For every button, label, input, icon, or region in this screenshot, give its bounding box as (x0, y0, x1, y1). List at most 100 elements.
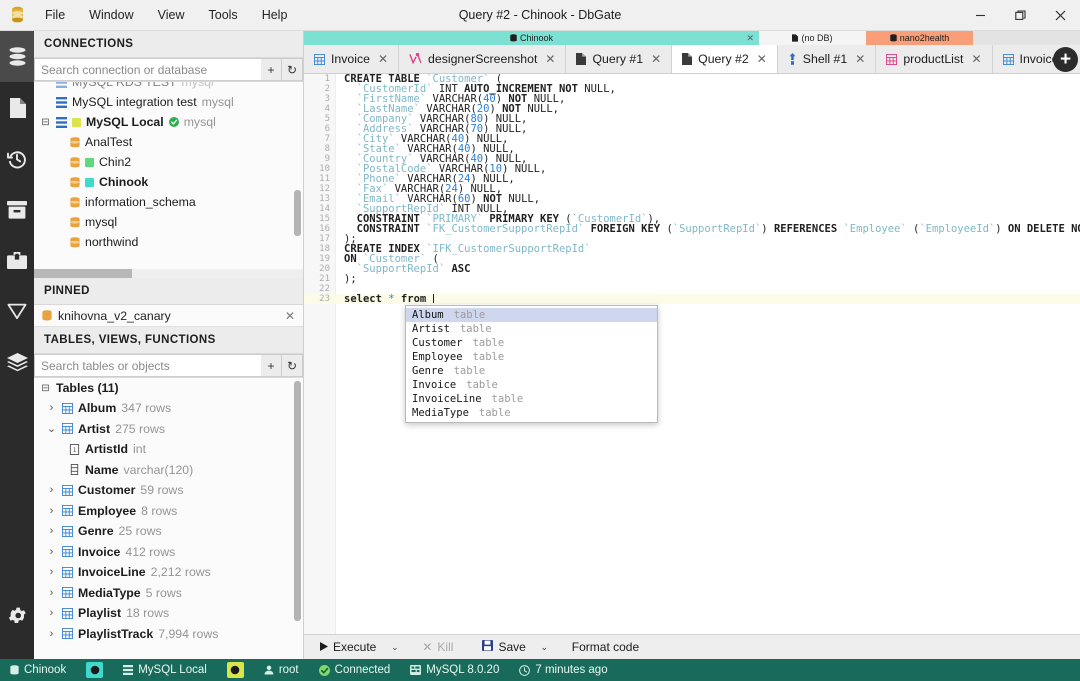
execute-dropdown-button[interactable]: ⌄ (386, 637, 404, 657)
expander-icon[interactable]: ⊟ (40, 117, 51, 128)
connection-tree-item-mysql-rds-test[interactable]: MySQL RDS TEST mysql (34, 82, 303, 92)
autocomplete-item-genre[interactable]: Genre table (406, 364, 657, 378)
tab-close-icon[interactable]: ✕ (378, 52, 388, 66)
sql-editor[interactable]: 1 CREATE TABLE `Customer` (2 `CustomerId`… (304, 74, 1080, 634)
rail-toolbox-icon[interactable] (0, 235, 34, 286)
autocomplete-item-invoice[interactable]: Invoice table (406, 378, 657, 392)
object-tree-item-customer[interactable]: › Customer 59 rows (34, 480, 303, 501)
autocomplete-item-mediatype[interactable]: MediaType table (406, 406, 657, 420)
tab-query-2[interactable]: Query #2 ✕ (672, 45, 778, 73)
object-tree-item-artistid[interactable]: 1 ArtistId int (34, 439, 303, 460)
status-connection-state[interactable]: Connected (309, 659, 401, 681)
tab-close-icon[interactable]: ✕ (855, 52, 865, 66)
connection-tree-item-chinook[interactable]: Chinook (34, 172, 303, 192)
object-tree-item-invoiceline[interactable]: › InvoiceLine 2,212 rows (34, 562, 303, 583)
refresh-connections-button[interactable]: ↻ (282, 58, 303, 81)
object-tree-item-invoice[interactable]: › Invoice 412 rows (34, 542, 303, 563)
connection-tree-item-mysql-local[interactable]: ⊟ MySQL Local mysql (34, 112, 303, 132)
autocomplete-item-album[interactable]: Album table (406, 308, 657, 322)
expander-icon[interactable]: › (46, 607, 57, 619)
add-connection-button[interactable]: + (261, 58, 282, 81)
object-tree-item-playlist[interactable]: › Playlist 18 rows (34, 603, 303, 624)
kill-button[interactable]: ✕ Kill (412, 637, 464, 657)
expander-icon[interactable]: › (46, 546, 57, 558)
menu-help[interactable]: Help (251, 4, 299, 26)
tab-query-1[interactable]: Query #1 ✕ (566, 45, 673, 73)
object-tree-item-mediatype[interactable]: › MediaType 5 rows (34, 583, 303, 604)
objects-vertical-scrollbar[interactable] (294, 381, 301, 621)
connection-tree-item-analtest[interactable]: AnalTest (34, 132, 303, 152)
connections-horizontal-scrollbar-track[interactable] (34, 269, 303, 278)
format-code-button[interactable]: Format code (561, 637, 650, 657)
execute-button[interactable]: Execute (310, 637, 387, 657)
rail-history-icon[interactable] (0, 133, 34, 184)
close-button[interactable] (1040, 0, 1080, 31)
autocomplete-item-invoiceline[interactable]: InvoiceLine table (406, 392, 657, 406)
connection-tree-item-northwind[interactable]: northwind (34, 232, 303, 252)
status-user[interactable]: root (254, 659, 309, 681)
connections-vertical-scrollbar[interactable] (294, 190, 301, 236)
refresh-objects-button[interactable]: ↻ (282, 354, 303, 377)
rail-database-icon[interactable] (0, 31, 34, 82)
object-tree-item-album[interactable]: › Album 347 rows (34, 398, 303, 419)
connections-tree[interactable]: MySQL RDS TEST mysql MySQL integration tes… (34, 82, 303, 278)
rail-archive-icon[interactable] (0, 184, 34, 235)
tab-close-icon[interactable]: ✕ (971, 52, 981, 66)
menu-view[interactable]: View (147, 4, 196, 26)
rail-layers-icon[interactable] (0, 337, 34, 388)
connection-tree-item-chin2[interactable]: Chin2 (34, 152, 303, 172)
status-database[interactable]: Chinook (0, 659, 76, 681)
menu-window[interactable]: Window (78, 4, 144, 26)
status-connection[interactable]: MySQL Local (113, 659, 217, 681)
save-dropdown-button[interactable]: ⌄ (535, 637, 553, 657)
object-tree-item-name[interactable]: Name varchar(120) (34, 460, 303, 481)
expander-icon[interactable]: › (46, 484, 57, 496)
database-tab-empty[interactable] (973, 31, 1080, 45)
expander-icon[interactable]: › (46, 525, 57, 537)
autocomplete-popup[interactable]: Album table Artist table Customer table Employ… (405, 305, 658, 423)
tab-close-icon[interactable]: ✕ (651, 52, 661, 66)
save-button[interactable]: Save (472, 637, 536, 657)
connection-tree-item-mysql[interactable]: mysql (34, 212, 303, 232)
objects-group-tables[interactable]: ⊟ Tables (11) (34, 378, 303, 398)
database-tab-close-icon[interactable]: ✕ (746, 33, 754, 44)
rail-settings-gear-icon[interactable] (0, 590, 34, 641)
add-object-button[interactable]: + (261, 354, 282, 377)
tab-close-icon[interactable]: ✕ (757, 52, 767, 66)
connection-tree-item-information-schema[interactable]: information_schema (34, 192, 303, 212)
tab-close-icon[interactable]: ✕ (545, 52, 555, 66)
object-tree-item-employee[interactable]: › Employee 8 rows (34, 501, 303, 522)
database-tab-chinook[interactable]: Chinook ✕ (304, 31, 759, 45)
database-tab-nano2health[interactable]: nano2health (866, 31, 973, 45)
expander-icon[interactable]: › (46, 628, 57, 640)
expander-icon[interactable]: › (46, 566, 57, 578)
expander-icon[interactable]: › (46, 402, 57, 414)
database-tab--no-db-[interactable]: (no DB) (759, 31, 866, 45)
expander-icon[interactable]: ⊟ (40, 383, 51, 394)
autocomplete-item-customer[interactable]: Customer table (406, 336, 657, 350)
rail-file-icon[interactable] (0, 82, 34, 133)
status-last-refresh[interactable]: 7 minutes ago (509, 659, 617, 681)
status-server-version[interactable]: MySQL 8.0.20 (400, 659, 509, 681)
autocomplete-item-artist[interactable]: Artist table (406, 322, 657, 336)
pinned-item-close-icon[interactable]: ✕ (285, 309, 295, 323)
connections-search-input[interactable] (34, 58, 261, 81)
objects-search-input[interactable] (34, 354, 261, 377)
expander-icon[interactable]: › (46, 505, 57, 517)
object-tree-item-playlisttrack[interactable]: › PlaylistTrack 7,994 rows (34, 624, 303, 645)
object-tree-item-artist[interactable]: ⌄ Artist 275 rows (34, 419, 303, 440)
connection-tree-item-mysql-integration-test[interactable]: MySQL integration test mysql (34, 92, 303, 112)
objects-tree[interactable]: ⊟ Tables (11) › Album 347 rows ⌄ Artist 275 row… (34, 378, 303, 659)
autocomplete-item-employee[interactable]: Employee table (406, 350, 657, 364)
menu-file[interactable]: File (34, 4, 76, 26)
tab-shell-1[interactable]: Shell #1 ✕ (777, 45, 877, 73)
tab-productlist[interactable]: productList ✕ (876, 45, 993, 73)
object-tree-item-genre[interactable]: › Genre 25 rows (34, 521, 303, 542)
rail-funnel-icon[interactable] (0, 286, 34, 337)
tab-designerscreenshot[interactable]: designerScreenshot ✕ (399, 45, 567, 73)
maximize-button[interactable] (1000, 0, 1040, 31)
minimize-button[interactable] (960, 0, 1000, 31)
pinned-item-knihovna[interactable]: knihovna_v2_canary ✕ (34, 305, 303, 327)
tab-invoice[interactable]: Invoice ✕ (304, 45, 400, 73)
expander-icon[interactable]: › (46, 587, 57, 599)
